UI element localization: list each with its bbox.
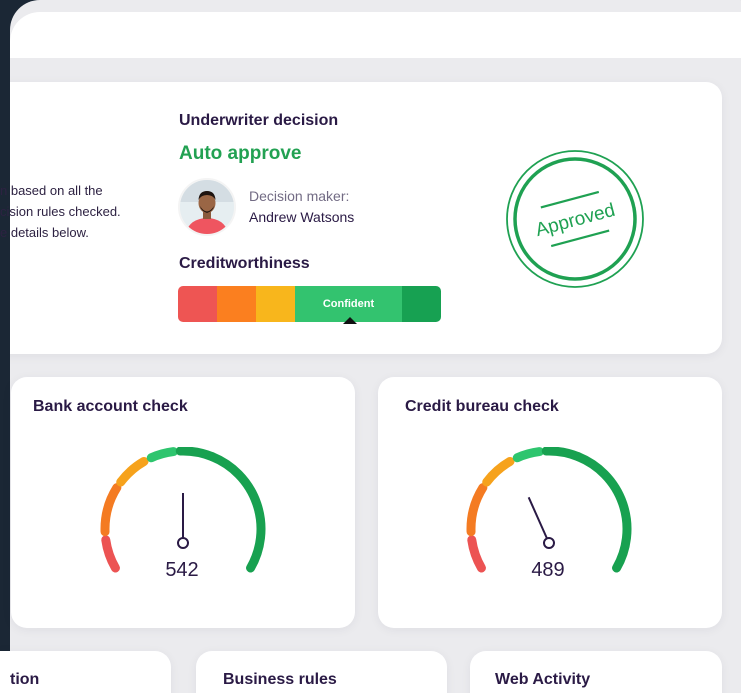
bank-account-score: 542 — [165, 559, 199, 581]
gauge-segment — [482, 456, 515, 487]
creditworthiness-segment-3 — [256, 286, 295, 322]
gauge-needle — [527, 496, 550, 544]
gauge-segment — [207, 452, 266, 573]
gauge-segment — [116, 456, 149, 487]
summary-line: n based on all the — [0, 183, 103, 198]
credit-bureau-check-title: Credit bureau check — [405, 398, 559, 415]
bank-account-check-title: Bank account check — [33, 398, 188, 415]
avatar-image — [180, 180, 234, 234]
gauge-needle-hub — [177, 537, 189, 549]
decision-summary: n based on all the cision rules checked.… — [0, 180, 160, 243]
gauge-segment — [175, 447, 217, 462]
credit-bureau-score: 489 — [531, 559, 565, 581]
approved-stamp: Approved — [506, 150, 644, 288]
decision-maker-label: Decision maker: — [249, 188, 350, 204]
gauge-segment — [512, 447, 544, 463]
gauge-needle-hub — [543, 537, 555, 549]
top-bar — [10, 12, 741, 58]
gauge-segment — [146, 447, 178, 463]
decision-maker-name: Andrew Watsons — [249, 209, 355, 225]
creditworthiness-segment-2 — [217, 286, 256, 322]
creditworthiness-segment-5 — [402, 286, 441, 322]
creditworthiness-segment-1 — [178, 286, 217, 322]
gauge-segment — [101, 535, 120, 573]
decision-result: Auto approve — [179, 143, 302, 164]
creditworthiness-pointer-icon — [343, 317, 357, 324]
bottom-card-title: tion — [10, 671, 40, 688]
business-rules-title: Business rules — [223, 671, 337, 688]
web-activity-title: Web Activity — [495, 671, 591, 688]
creditworthiness-bar: Confident — [178, 286, 441, 322]
creditworthiness-active-label: Confident — [322, 298, 375, 310]
gauge-segment — [467, 535, 486, 573]
gauge-segment — [100, 483, 122, 537]
summary-line: e details below. — [0, 225, 89, 240]
gauge-segment — [573, 452, 632, 573]
creditworthiness-title: Creditworthiness — [179, 255, 310, 272]
gauge-segment — [541, 447, 583, 462]
underwriter-decision-title: Underwriter decision — [179, 112, 339, 129]
avatar — [178, 178, 236, 236]
summary-line: cision rules checked. — [0, 204, 121, 219]
gauge-segment — [466, 483, 488, 537]
